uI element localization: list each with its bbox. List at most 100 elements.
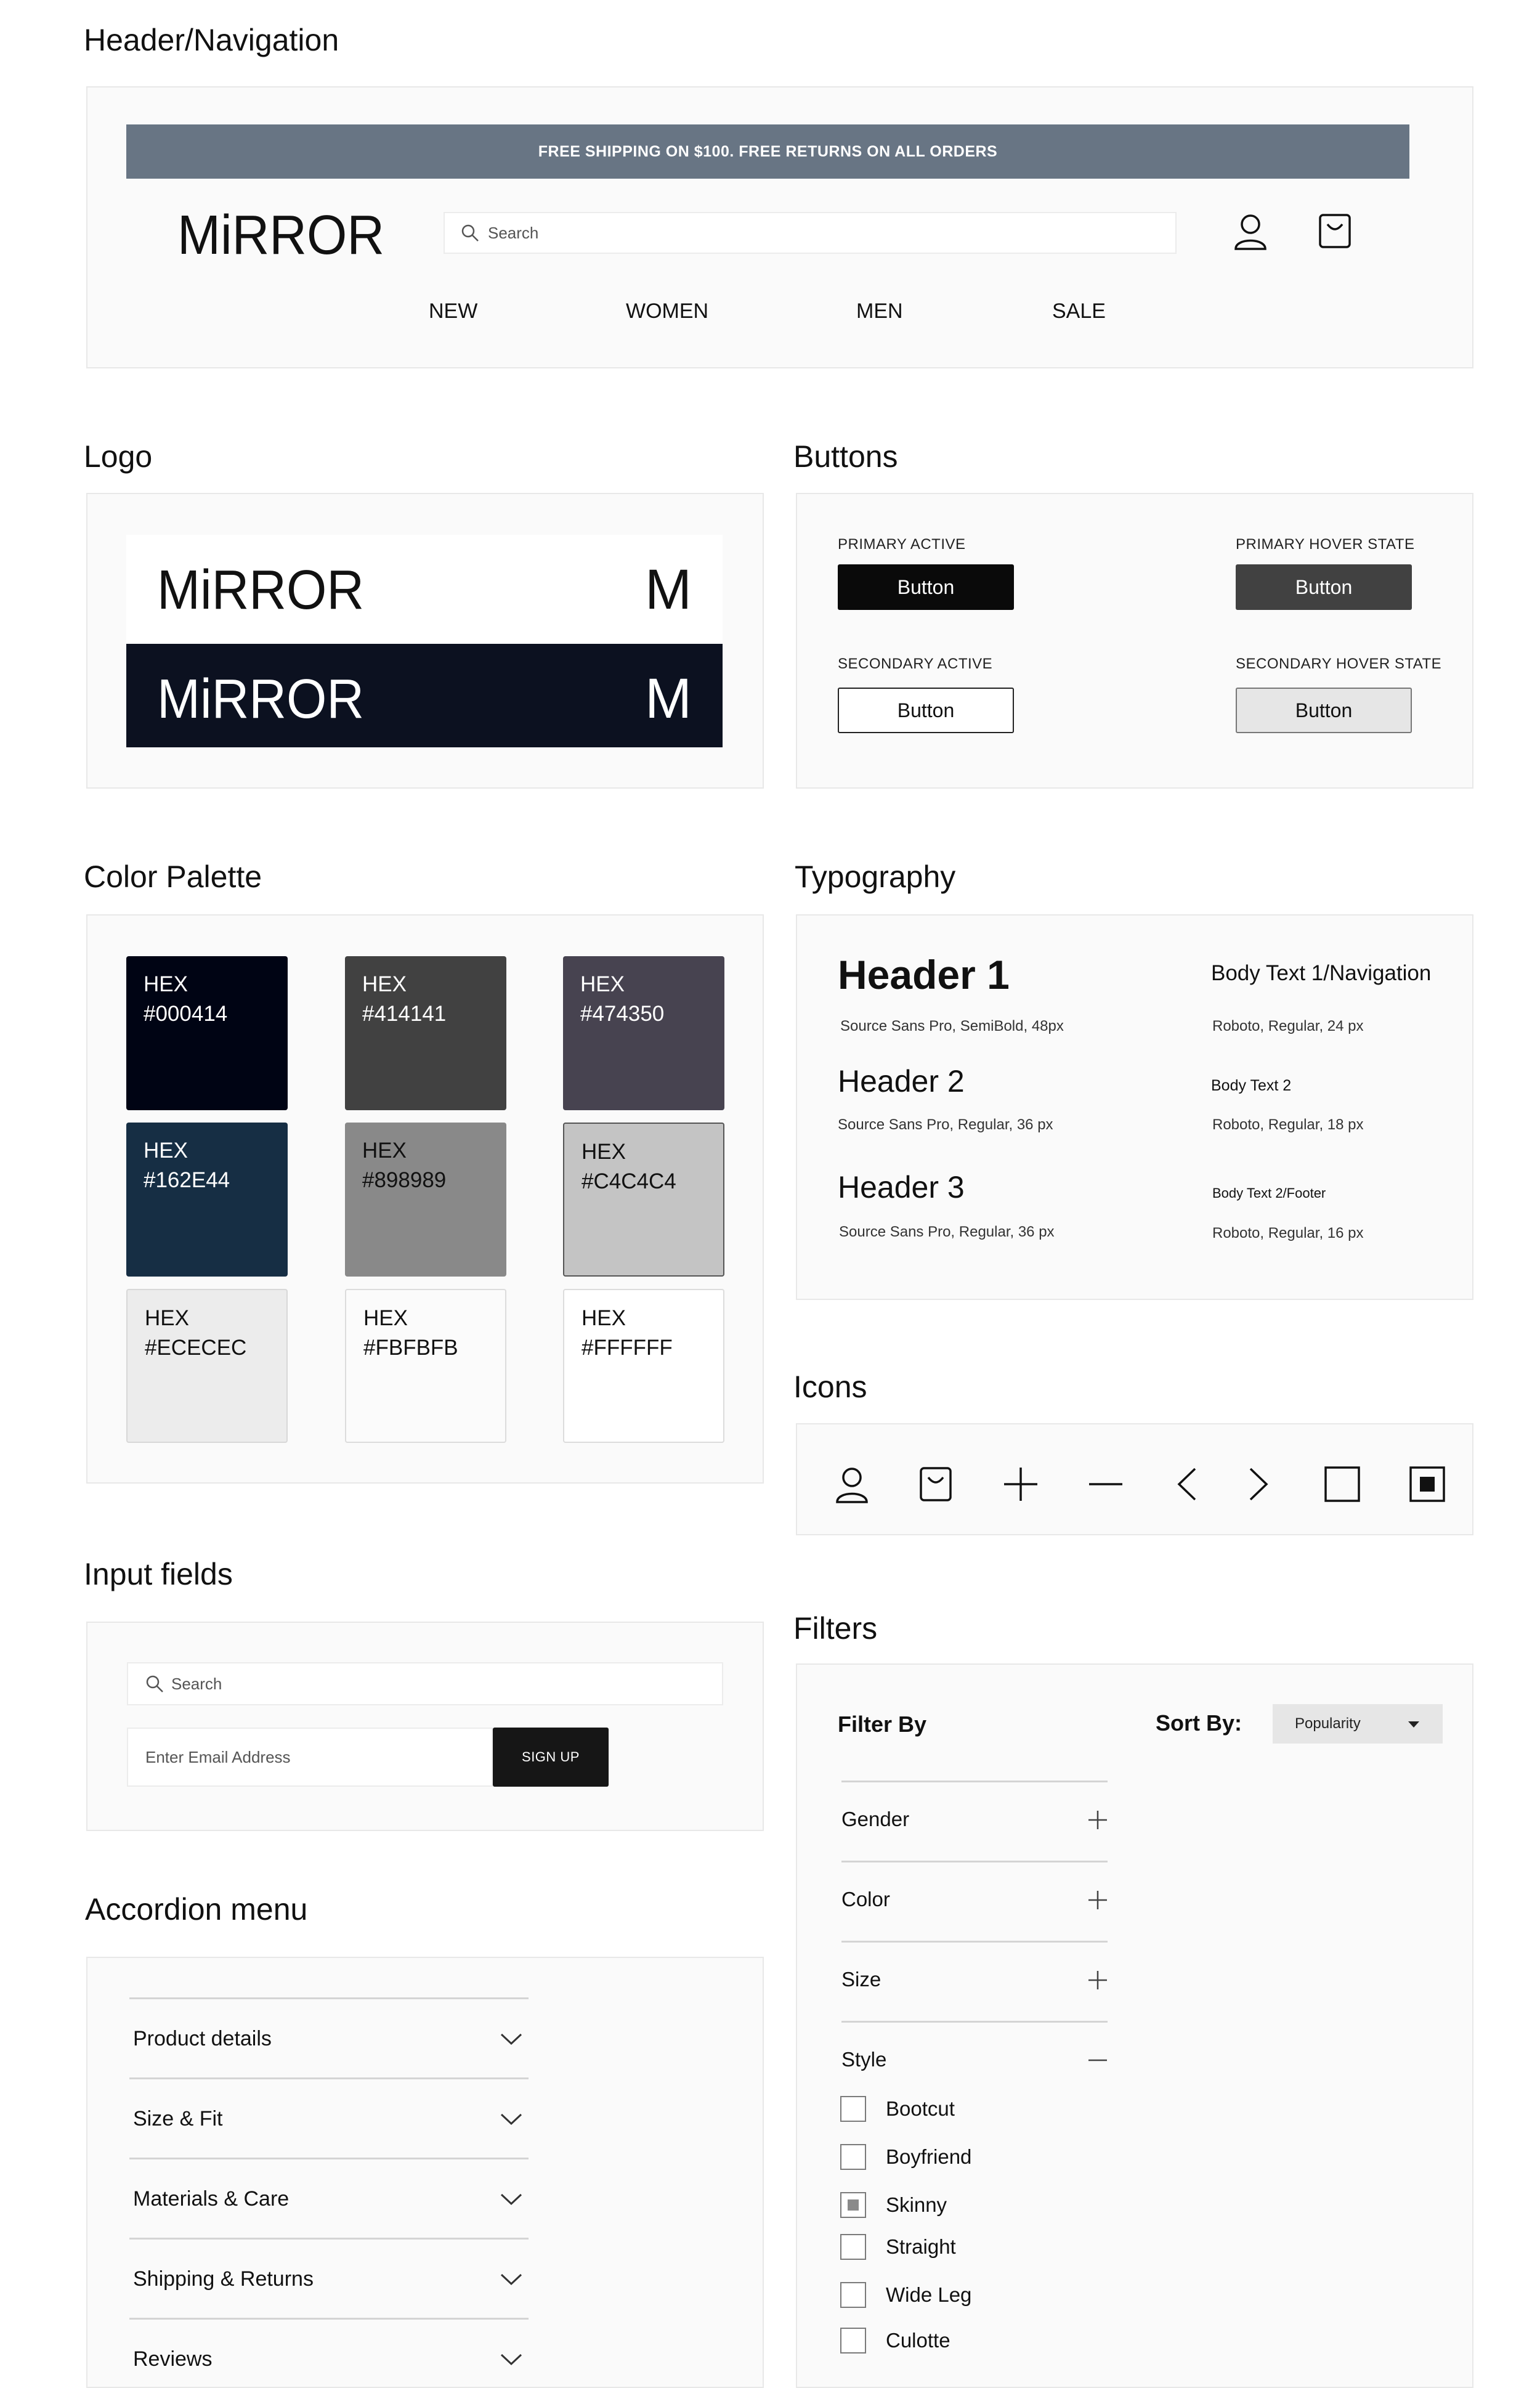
checkbox-label-straight: Straight	[886, 2235, 956, 2258]
header-logo[interactable]: MiRROR	[177, 209, 384, 259]
accordion-divider	[129, 2318, 529, 2320]
promo-banner: FREE SHIPPING ON $100. FREE RETURNS ON A…	[126, 124, 1409, 179]
checkbox-label-skinny: Skinny	[886, 2193, 947, 2216]
nav-item-men[interactable]: MEN	[856, 299, 903, 323]
checkbox-label-wide-leg: Wide Leg	[886, 2283, 972, 2306]
filters-panel	[796, 1663, 1473, 2388]
search-icon	[461, 224, 479, 242]
primary-active-button[interactable]: Button	[838, 564, 1014, 610]
filter-group-color[interactable]: Color	[841, 1888, 890, 1911]
header-search-input[interactable]: Search	[444, 212, 1177, 254]
email-placeholder: Enter Email Address	[145, 1747, 291, 1766]
color-swatch: HEX #ECECEC	[126, 1289, 288, 1443]
nav-item-sale[interactable]: SALE	[1052, 299, 1106, 323]
swatch-prefix: HEX	[582, 1140, 626, 1164]
accordion-item-materials-care[interactable]: Materials & Care	[133, 2187, 289, 2211]
plus-icon[interactable]	[1088, 1970, 1108, 1990]
chevron-down-icon[interactable]	[500, 2273, 522, 2286]
mirror-logo-icon: MiRROR	[177, 209, 384, 259]
typography-h1-sample: Header 1	[838, 952, 1010, 997]
typography-h2-sample: Header 2	[838, 1064, 965, 1099]
plus-icon[interactable]	[1088, 1890, 1108, 1910]
checkbox-straight[interactable]	[840, 2234, 866, 2260]
icons-panel	[796, 1423, 1473, 1535]
typography-h1-spec: Source Sans Pro, SemiBold, 48px	[840, 1018, 1064, 1034]
section-title-header: Header/Navigation	[84, 23, 339, 57]
swatch-hex: #C4C4C4	[582, 1169, 676, 1193]
minus-icon[interactable]	[1088, 2050, 1108, 2070]
swatch-prefix: HEX	[363, 1306, 408, 1330]
nav-item-new[interactable]: NEW	[429, 299, 477, 323]
sort-by-label: Sort By:	[1156, 1710, 1242, 1736]
swatch-hex: #162E44	[144, 1168, 230, 1192]
typography-b1-spec: Roboto, Regular, 24 px	[1212, 1018, 1364, 1034]
filter-group-gender[interactable]: Gender	[841, 1808, 909, 1831]
filter-group-style[interactable]: Style	[841, 2048, 886, 2071]
swatch-prefix: HEX	[362, 972, 407, 996]
accordion-item-product-details[interactable]: Product details	[133, 2027, 272, 2051]
email-field[interactable]: Enter Email Address	[127, 1728, 493, 1787]
color-swatch: HEX #FBFBFB	[345, 1289, 506, 1443]
checkbox-skinny[interactable]	[840, 2192, 866, 2218]
logo-wordmark: MiRROR	[177, 209, 384, 259]
logo-monogram-light: M	[645, 558, 692, 621]
plus-icon	[1003, 1466, 1039, 1502]
filter-divider	[841, 1941, 1108, 1943]
section-title-accordion: Accordion menu	[85, 1892, 308, 1927]
section-title-logo: Logo	[84, 439, 153, 474]
primary-hover-label: PRIMARY HOVER STATE	[1236, 536, 1415, 553]
section-title-buttons: Buttons	[793, 439, 898, 474]
accordion-item-size-fit[interactable]: Size & Fit	[133, 2107, 222, 2131]
checkbox-check-mark	[848, 2199, 859, 2211]
checkbox-empty-icon	[1324, 1466, 1360, 1502]
logo-light-variant: MiRROR M	[126, 535, 723, 644]
accordion-divider	[129, 2077, 529, 2079]
logo-wordmark-light: MiRROR	[157, 559, 364, 621]
logo-wordmark-dark: MiRROR	[157, 668, 364, 730]
typography-b3-sample: Body Text 2/Footer	[1212, 1185, 1326, 1201]
secondary-hover-button[interactable]: Button	[1236, 688, 1412, 733]
filter-group-size[interactable]: Size	[841, 1968, 881, 1991]
swatch-prefix: HEX	[144, 972, 188, 996]
chevron-down-icon[interactable]	[500, 2353, 522, 2366]
search-input[interactable]: Search	[127, 1662, 723, 1705]
typography-b2-sample: Body Text 2	[1211, 1077, 1292, 1094]
sort-by-select[interactable]: Popularity	[1273, 1704, 1443, 1744]
checkbox-label-bootcut: Bootcut	[886, 2097, 955, 2120]
accordion-item-reviews[interactable]: Reviews	[133, 2347, 212, 2371]
section-title-inputs: Input fields	[84, 1557, 233, 1591]
user-icon	[835, 1466, 869, 1503]
chevron-down-icon[interactable]	[500, 2193, 522, 2206]
typography-b2-spec: Roboto, Regular, 18 px	[1212, 1116, 1364, 1133]
swatch-hex: #474350	[580, 1002, 665, 1026]
checkbox-culotte[interactable]	[840, 2328, 866, 2353]
typography-b3-spec: Roboto, Regular, 16 px	[1212, 1225, 1364, 1241]
chevron-down-icon[interactable]	[500, 2113, 522, 2126]
swatch-hex: #FFFFFF	[582, 1336, 673, 1360]
color-swatch: HEX #162E44	[126, 1123, 288, 1277]
checkbox-label-boyfriend: Boyfriend	[886, 2145, 972, 2168]
search-placeholder: Search	[488, 223, 539, 242]
chevron-right-icon	[1248, 1466, 1269, 1502]
primary-hover-button[interactable]: Button	[1236, 564, 1412, 610]
plus-icon[interactable]	[1088, 1810, 1108, 1830]
nav-item-women[interactable]: WOMEN	[626, 299, 708, 323]
chevron-down-icon[interactable]	[500, 2033, 522, 2045]
typography-b1-sample: Body Text 1/Navigation	[1211, 961, 1432, 985]
swatch-prefix: HEX	[144, 1139, 188, 1163]
logo-dark-variant: MiRROR M	[126, 644, 723, 747]
checkbox-bootcut[interactable]	[840, 2096, 866, 2122]
shopping-bag-icon[interactable]	[1318, 213, 1352, 249]
user-icon[interactable]	[1234, 213, 1267, 250]
accordion-item-shipping-returns[interactable]: Shipping & Returns	[133, 2267, 314, 2291]
primary-active-label: PRIMARY ACTIVE	[838, 536, 966, 553]
secondary-active-button[interactable]: Button	[838, 688, 1014, 733]
section-title-icons: Icons	[793, 1370, 867, 1404]
accordion-panel	[86, 1957, 764, 2388]
checkbox-wide-leg[interactable]	[840, 2282, 866, 2308]
filter-divider	[841, 1781, 1108, 1782]
checkbox-boyfriend[interactable]	[840, 2144, 866, 2170]
sign-up-button[interactable]: SIGN UP	[493, 1728, 609, 1787]
color-swatch: HEX #FFFFFF	[563, 1289, 724, 1443]
typography-h3-sample: Header 3	[838, 1170, 965, 1204]
